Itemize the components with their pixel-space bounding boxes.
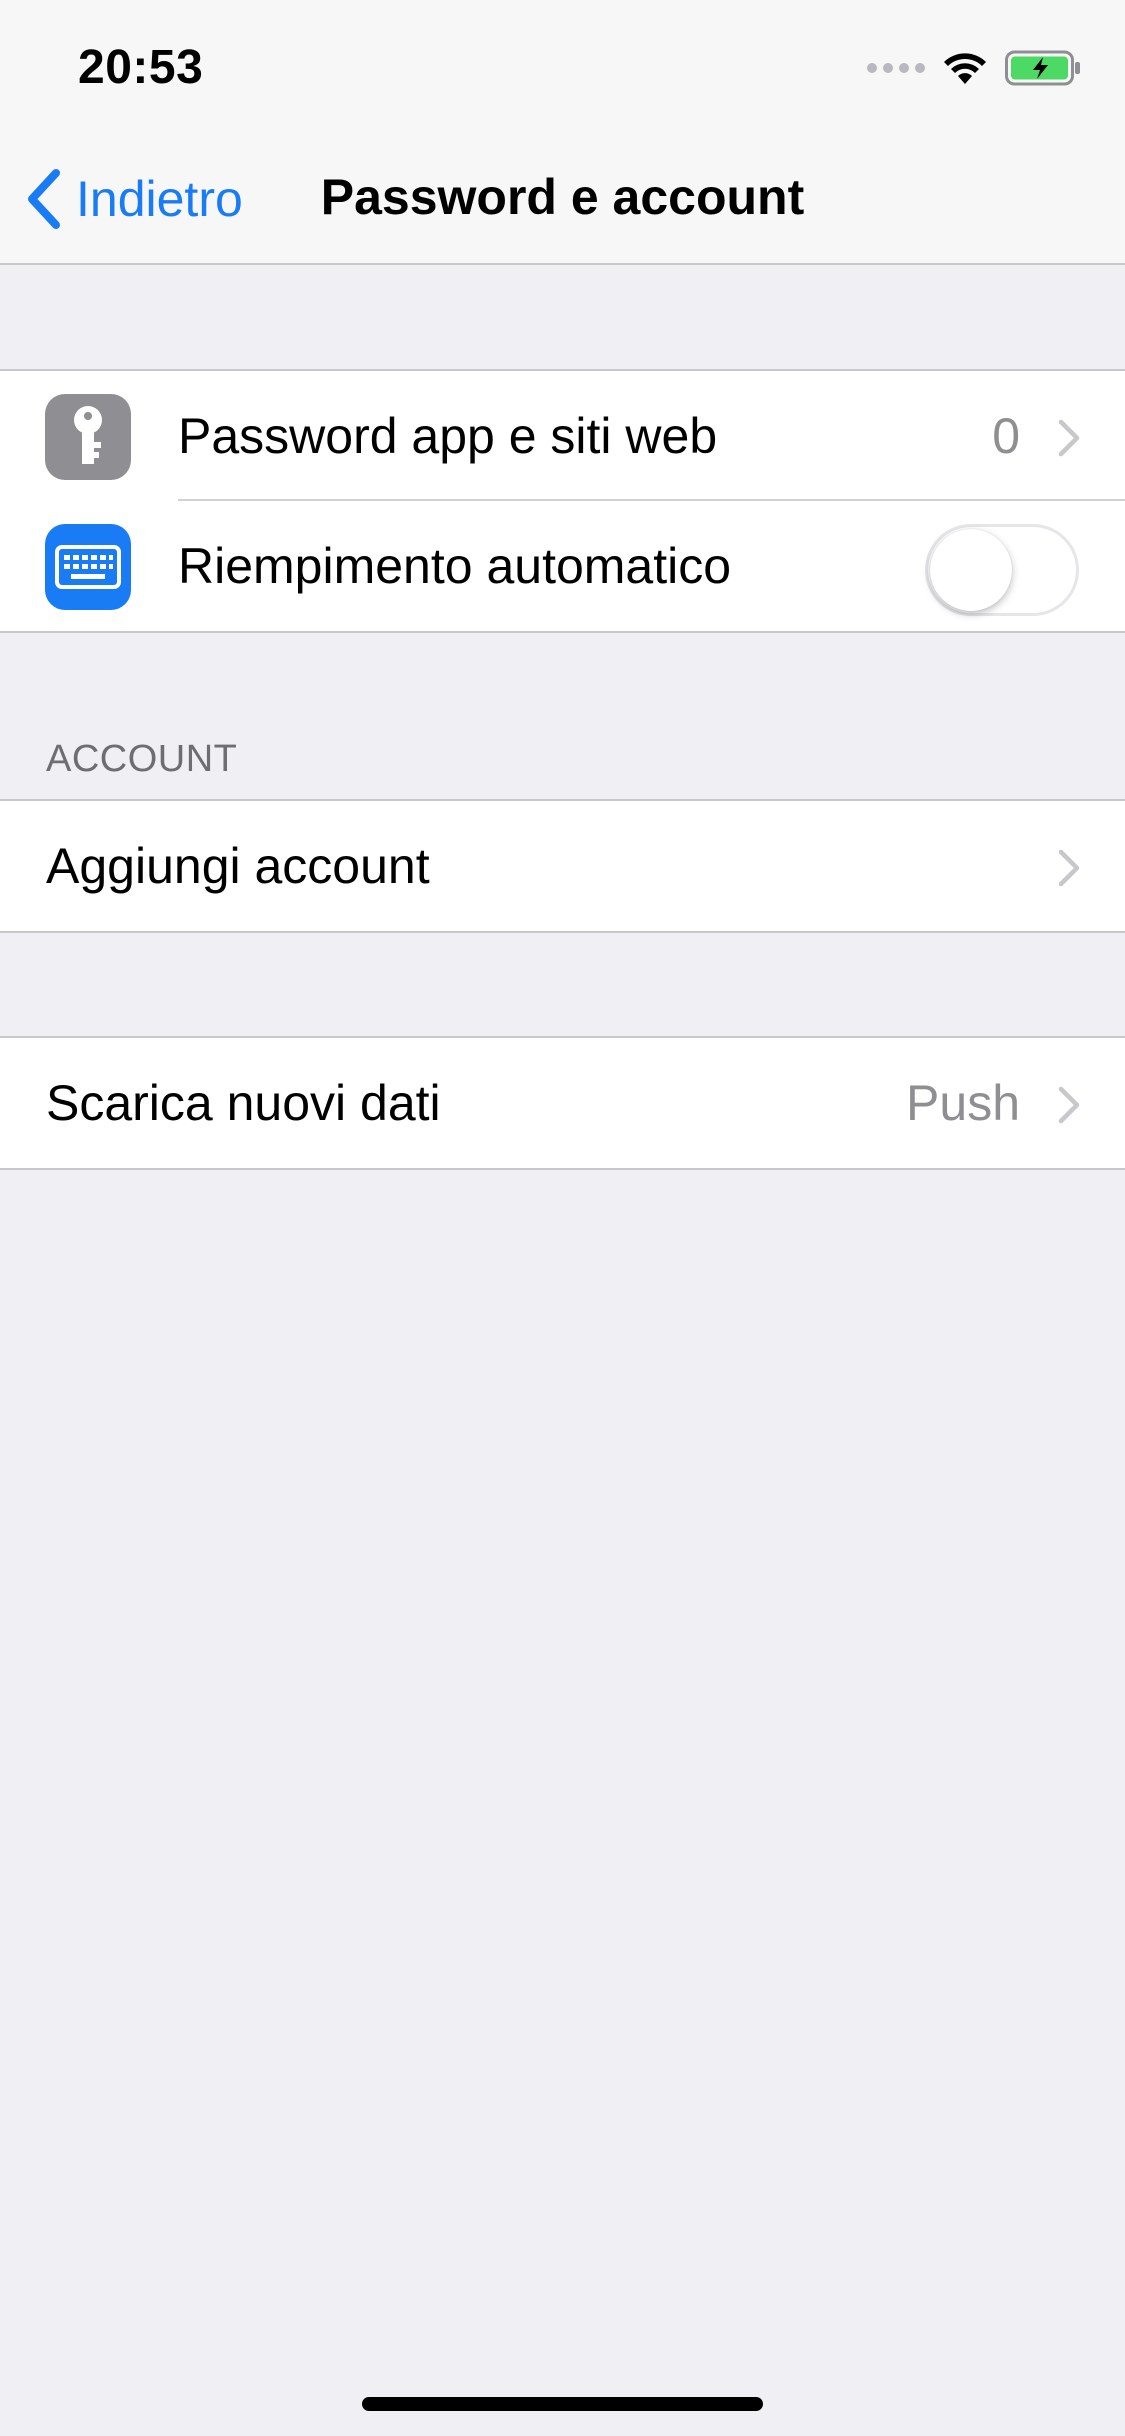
autofill-row-label: Riempimento automatico	[178, 538, 732, 594]
home-indicator[interactable]	[362, 2397, 763, 2411]
keyboard-icon	[45, 524, 131, 610]
passwords-row-label: Password app e siti web	[178, 408, 718, 464]
signal-dots-icon	[867, 63, 925, 73]
settings-screen: 20:53 Indietro Password e account Passwo…	[0, 0, 1125, 2436]
navigation-header: 20:53 Indietro Password e account	[0, 0, 1125, 265]
autofill-toggle[interactable]	[925, 524, 1079, 616]
fetch-new-data-row[interactable]: Scarica nuovi dati Push	[0, 1038, 1125, 1168]
passwords-count: 0	[992, 408, 1020, 464]
chevron-right-icon	[1058, 419, 1080, 457]
wifi-icon	[944, 53, 986, 84]
add-account-row[interactable]: Aggiungi account	[0, 801, 1125, 931]
toggle-knob	[930, 529, 1012, 611]
fetch-mode-value: Push	[906, 1075, 1020, 1131]
key-icon	[45, 394, 131, 480]
battery-charging-icon	[1005, 50, 1080, 86]
passwords-group: Password app e siti web 0 Riempimento au…	[0, 369, 1125, 633]
autofill-row: Riempimento automatico	[0, 501, 1125, 631]
chevron-right-icon	[1058, 1086, 1080, 1124]
account-group: Aggiungi account	[0, 799, 1125, 933]
add-account-label: Aggiungi account	[46, 838, 430, 894]
status-icons	[867, 48, 1081, 88]
fetch-new-data-label: Scarica nuovi dati	[46, 1075, 441, 1131]
chevron-right-icon	[1058, 849, 1080, 887]
page-title: Password e account	[320, 169, 805, 225]
account-section-header: ACCOUNT	[46, 738, 238, 780]
passwords-row[interactable]: Password app e siti web 0	[0, 371, 1125, 501]
fetch-group: Scarica nuovi dati Push	[0, 1036, 1125, 1170]
status-time: 20:53	[78, 41, 204, 94]
